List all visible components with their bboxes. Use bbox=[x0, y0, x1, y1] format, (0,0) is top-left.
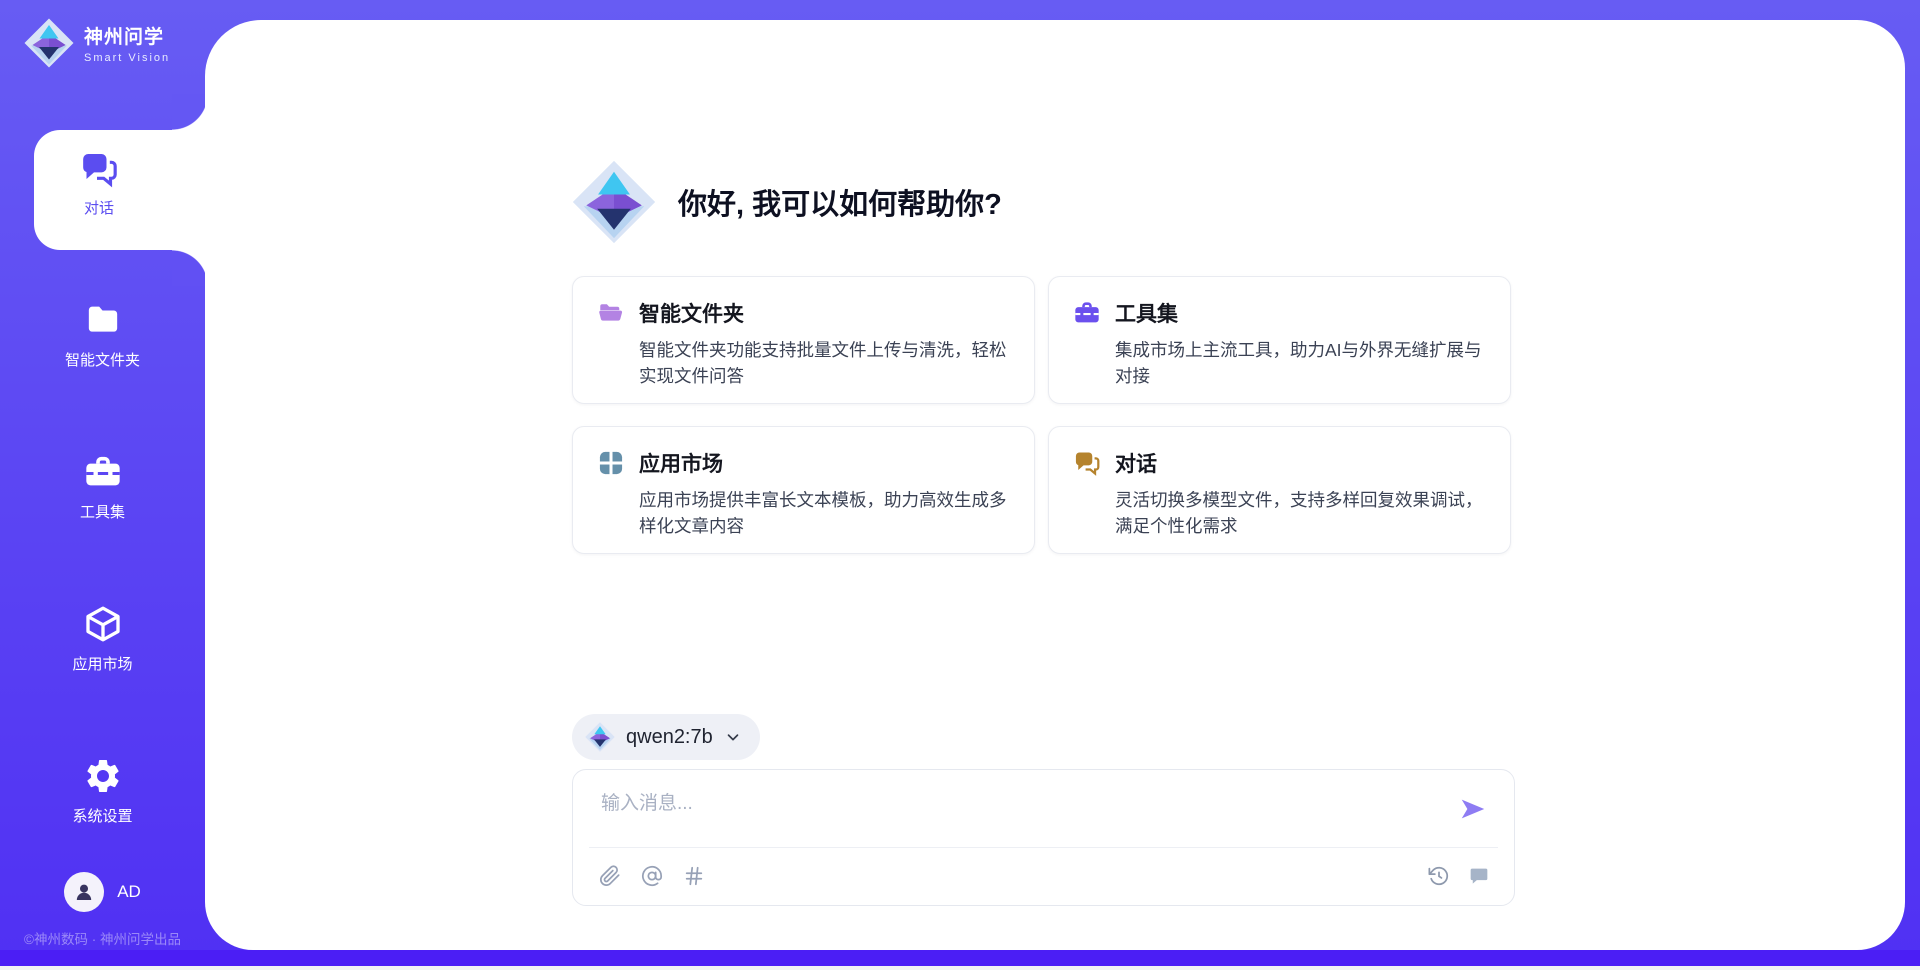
card-description: 灵活切换多模型文件，支持多样回复效果调试，满足个性化需求 bbox=[1115, 487, 1494, 540]
greeting-block: 你好, 我可以如何帮助你? bbox=[572, 160, 1002, 244]
feature-cards: 智能文件夹 智能文件夹功能支持批量文件上传与清洗，轻松实现文件问答 工具集 集成… bbox=[572, 276, 1511, 554]
model-selector[interactable]: qwen2:7b bbox=[572, 714, 760, 760]
card-app-market[interactable]: 应用市场 应用市场提供丰富长文本模板，助力高效生成多样化文章内容 bbox=[572, 426, 1035, 554]
sidebar-item-label: 系统设置 bbox=[72, 805, 132, 826]
composer-divider bbox=[589, 847, 1498, 848]
tab-curve-top bbox=[172, 94, 208, 130]
tab-curve-bottom bbox=[172, 250, 208, 286]
message-composer bbox=[572, 769, 1515, 906]
history-icon[interactable] bbox=[1428, 865, 1450, 887]
chat-icon bbox=[79, 149, 119, 189]
user-profile[interactable]: AD bbox=[0, 872, 205, 912]
message-input[interactable] bbox=[599, 786, 1379, 822]
card-description: 集成市场上主流工具，助力AI与外界无缝扩展与对接 bbox=[1115, 337, 1494, 390]
card-smart-folder[interactable]: 智能文件夹 智能文件夹功能支持批量文件上传与清洗，轻松实现文件问答 bbox=[572, 276, 1035, 404]
horizontal-scrollbar[interactable] bbox=[0, 966, 1920, 970]
sidebar-item-label: 对话 bbox=[84, 197, 114, 218]
sidebar-item-label: 智能文件夹 bbox=[65, 349, 140, 370]
paperclip-icon[interactable] bbox=[599, 865, 621, 887]
avatar bbox=[64, 872, 104, 912]
card-chat[interactable]: 对话 灵活切换多模型文件，支持多样回复效果调试，满足个性化需求 bbox=[1048, 426, 1511, 554]
hash-icon[interactable] bbox=[683, 865, 705, 887]
user-name: AD bbox=[117, 882, 141, 902]
sidebar-item-label: 应用市场 bbox=[72, 653, 132, 674]
chevron-down-icon bbox=[724, 728, 742, 746]
gear-icon bbox=[83, 756, 123, 796]
sidebar-item-app-market[interactable]: 应用市场 bbox=[0, 604, 205, 674]
sidebar-nav: 智能文件夹 工具集 应用市场 系统设置 bbox=[0, 300, 205, 908]
toolbox-icon bbox=[83, 452, 123, 492]
card-title: 智能文件夹 bbox=[639, 298, 744, 328]
at-sign-icon[interactable] bbox=[641, 865, 663, 887]
sidebar-item-chat[interactable]: 对话 bbox=[34, 130, 208, 250]
cube-icon bbox=[83, 604, 123, 644]
card-title: 应用市场 bbox=[639, 448, 723, 478]
sidebar-item-toolset[interactable]: 工具集 bbox=[0, 452, 205, 522]
diamond-logo-icon bbox=[572, 160, 656, 244]
sidebar-item-settings[interactable]: 系统设置 bbox=[0, 756, 205, 826]
folder-open-icon bbox=[597, 299, 625, 327]
model-name: qwen2:7b bbox=[626, 726, 713, 749]
card-title: 工具集 bbox=[1115, 298, 1178, 328]
copyright-text: ©神州数码 · 神州问学出品 bbox=[0, 928, 205, 948]
toolbox-icon bbox=[1073, 299, 1101, 327]
bottom-accent-bar bbox=[0, 950, 1920, 966]
main-content: 你好, 我可以如何帮助你? 智能文件夹 智能文件夹功能支持批量文件上传与清洗，轻… bbox=[205, 20, 1905, 950]
card-description: 智能文件夹功能支持批量文件上传与清洗，轻松实现文件问答 bbox=[639, 337, 1018, 390]
brand-logo: 神州问学 Smart Vision bbox=[24, 18, 170, 68]
sidebar-item-label: 工具集 bbox=[80, 501, 125, 522]
card-toolset[interactable]: 工具集 集成市场上主流工具，助力AI与外界无缝扩展与对接 bbox=[1048, 276, 1511, 404]
chat-icon bbox=[1073, 449, 1101, 477]
person-icon bbox=[72, 880, 96, 904]
brand-name: 神州问学 bbox=[84, 22, 170, 49]
diamond-logo-icon bbox=[24, 18, 74, 68]
card-title: 对话 bbox=[1115, 448, 1157, 478]
sidebar-item-smart-folder[interactable]: 智能文件夹 bbox=[0, 300, 205, 370]
send-button[interactable] bbox=[1456, 792, 1490, 826]
diamond-logo-icon bbox=[585, 722, 615, 752]
send-icon bbox=[1458, 794, 1488, 824]
sidebar: 神州问学 Smart Vision 对话 智能文件夹 bbox=[0, 0, 205, 970]
card-description: 应用市场提供丰富长文本模板，助力高效生成多样化文章内容 bbox=[639, 487, 1018, 540]
folder-icon bbox=[83, 300, 123, 340]
message-icon[interactable] bbox=[1468, 865, 1490, 887]
brand-subtitle: Smart Vision bbox=[84, 52, 170, 64]
greeting-title: 你好, 我可以如何帮助你? bbox=[678, 181, 1002, 223]
apps-grid-icon bbox=[597, 449, 625, 477]
